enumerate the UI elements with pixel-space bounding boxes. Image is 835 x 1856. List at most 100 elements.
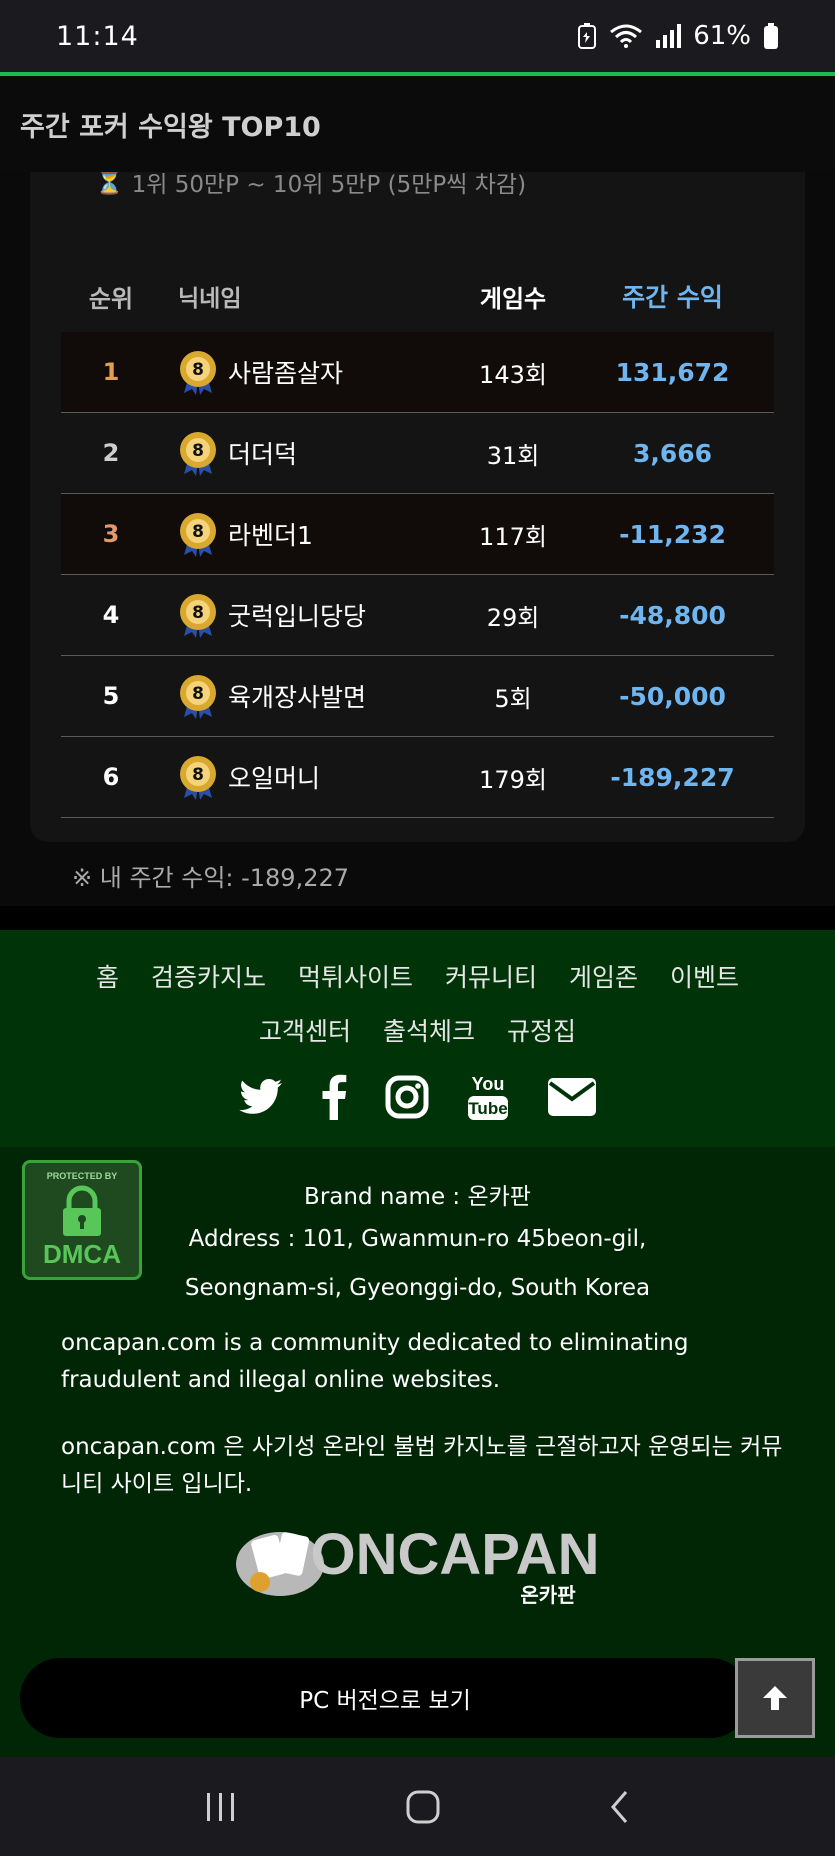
level-badge-icon: 8 <box>180 432 216 476</box>
level-badge-icon: 8 <box>180 675 216 719</box>
header-profit: 주간 수익 <box>622 283 723 312</box>
row-nickname: 사람좀살자 <box>228 359 344 388</box>
row-profit: -50,000 <box>619 681 726 711</box>
svg-text:8: 8 <box>192 522 204 542</box>
social-links: You Tube <box>0 1072 835 1122</box>
table-row[interactable]: 4 8 굿럭입니당당 29회 -48,800 <box>61 575 774 656</box>
svg-text:Tube: Tube <box>468 1099 507 1118</box>
footer-nav-row: 홈 검증카지노 먹튀사이트 커뮤니티 게임존 이벤트 <box>0 958 835 994</box>
svg-text:8: 8 <box>192 684 204 704</box>
twitter-icon[interactable] <box>238 1079 283 1115</box>
row-nickname-cell[interactable]: 8 사람좀살자 <box>161 349 455 395</box>
row-rank: 4 <box>102 601 120 629</box>
svg-text:You: You <box>471 1074 504 1094</box>
table-row[interactable]: 3 8 라벤더1 117회 -11,232 <box>61 494 774 575</box>
status-time: 11:14 <box>56 20 139 52</box>
back-icon[interactable] <box>608 1789 632 1825</box>
header-rank: 순위 <box>88 284 134 313</box>
row-profit: -11,232 <box>619 519 726 549</box>
battery-percent: 61% <box>693 21 751 51</box>
instagram-icon[interactable] <box>385 1075 429 1119</box>
signal-icon <box>656 24 682 48</box>
battery-saver-icon <box>578 23 597 49</box>
row-rank: 1 <box>102 358 120 386</box>
brand-name: Brand name : 온카판 <box>304 1184 531 1210</box>
row-rank: 6 <box>102 763 120 791</box>
svg-text:8: 8 <box>192 360 204 380</box>
pc-version-button[interactable]: PC 버전으로 보기 <box>20 1658 750 1738</box>
header-nickname: 닉네임 <box>178 286 242 312</box>
status-icons: 61% <box>577 21 779 51</box>
row-nickname: 라벤더1 <box>228 521 313 550</box>
row-games: 31회 <box>486 441 540 470</box>
row-nickname-cell[interactable]: 8 오일머니 <box>161 754 455 800</box>
footer-nav-row: 고객센터 출석체크 규정집 <box>0 1012 835 1048</box>
ranking-table: 순위 닉네임 게임수 주간 수익 1 8 사람좀살자 143회 131,672 … <box>61 260 774 818</box>
row-rank: 3 <box>102 520 120 548</box>
trophy-icon: ⏳ <box>95 169 124 196</box>
table-row[interactable]: 6 8 오일머니 179회 -189,227 <box>61 737 774 818</box>
row-nickname-cell[interactable]: 8 굿럭입니당당 <box>161 592 455 638</box>
row-nickname-cell[interactable]: 8 라벤더1 <box>161 511 455 557</box>
svg-text:온카판: 온카판 <box>520 1583 576 1607</box>
row-nickname-cell[interactable]: 8 육개장사발면 <box>161 673 455 719</box>
level-badge-icon: 8 <box>180 351 216 395</box>
footer-link-verified-casino[interactable]: 검증카지노 <box>151 958 266 994</box>
mail-icon[interactable] <box>547 1077 597 1117</box>
system-nav-bar <box>0 1757 835 1856</box>
footer-link-events[interactable]: 이벤트 <box>670 958 739 994</box>
row-games: 179회 <box>479 765 547 794</box>
row-profit: 131,672 <box>615 357 730 387</box>
address-line-2: Seongnam-si, Gyeonggi-do, South Korea <box>184 1275 651 1301</box>
row-profit: -48,800 <box>619 600 726 630</box>
row-nickname: 굿럭입니당당 <box>228 602 367 631</box>
row-rank: 5 <box>102 682 120 710</box>
footer-nav: 홈 검증카지노 먹튀사이트 커뮤니티 게임존 이벤트 고객센터 출석체크 규정집… <box>0 930 835 1147</box>
row-games: 5회 <box>494 684 532 713</box>
home-icon[interactable] <box>405 1789 441 1825</box>
row-games: 143회 <box>479 360 547 389</box>
footer-link-support[interactable]: 고객센터 <box>259 1012 351 1048</box>
table-row[interactable]: 2 8 더더덕 31회 3,666 <box>61 413 774 494</box>
row-profit: 3,666 <box>632 438 713 468</box>
arrow-up-icon <box>763 1686 787 1710</box>
row-nickname: 더더덕 <box>228 440 298 469</box>
row-nickname: 오일머니 <box>228 764 321 793</box>
oncapan-logo[interactable]: ONCAPAN 온카판 <box>230 1512 610 1612</box>
row-nickname-cell[interactable]: 8 더더덕 <box>161 430 455 476</box>
page-header: 주간 포커 수익왕 TOP10 <box>0 76 835 172</box>
table-header: 순위 닉네임 게임수 주간 수익 <box>61 260 774 332</box>
my-weekly-profit: ※ 내 주간 수익: -189,227 <box>72 864 350 892</box>
recent-apps-icon[interactable] <box>203 1791 239 1823</box>
level-badge-icon: 8 <box>180 513 216 557</box>
youtube-icon[interactable]: You Tube <box>467 1072 509 1122</box>
header-games: 게임수 <box>479 284 547 313</box>
row-games: 29회 <box>486 603 540 632</box>
svg-text:ONCAPAN: ONCAPAN <box>311 1522 600 1587</box>
footer-link-scam-sites[interactable]: 먹튀사이트 <box>298 958 413 994</box>
footer-link-community[interactable]: 커뮤니티 <box>445 958 537 994</box>
footer-link-game-zone[interactable]: 게임존 <box>569 958 638 994</box>
row-rank: 2 <box>102 439 120 467</box>
level-badge-icon: 8 <box>180 594 216 638</box>
battery-icon <box>764 23 778 49</box>
description-en: oncapan.com is a community dedicated to … <box>61 1330 689 1393</box>
svg-text:8: 8 <box>192 441 204 461</box>
address-line-1: Address : 101, Gwanmun-ro 45beon-gil, <box>188 1226 647 1252</box>
row-nickname: 육개장사발면 <box>228 683 367 712</box>
table-row[interactable]: 5 8 육개장사발면 5회 -50,000 <box>61 656 774 737</box>
row-profit: -189,227 <box>610 762 735 792</box>
footer-link-attendance[interactable]: 출석체크 <box>383 1012 475 1048</box>
status-bar: 11:14 61% <box>0 0 835 72</box>
svg-text:8: 8 <box>192 603 204 623</box>
description-ko: oncapan.com 은 사기성 온라인 불법 카지노를 근절하고자 운영되는… <box>61 1434 783 1497</box>
scroll-top-button[interactable] <box>735 1658 815 1738</box>
row-games: 117회 <box>479 522 547 551</box>
page-title: 주간 포커 수익왕 TOP10 <box>20 111 321 143</box>
level-badge-icon: 8 <box>180 756 216 800</box>
footer-link-rules[interactable]: 규정집 <box>507 1012 576 1048</box>
pc-version-label: PC 버전으로 보기 <box>299 1688 471 1714</box>
facebook-icon[interactable] <box>321 1074 347 1120</box>
table-row[interactable]: 1 8 사람좀살자 143회 131,672 <box>61 332 774 413</box>
footer-link-home[interactable]: 홈 <box>96 958 119 994</box>
